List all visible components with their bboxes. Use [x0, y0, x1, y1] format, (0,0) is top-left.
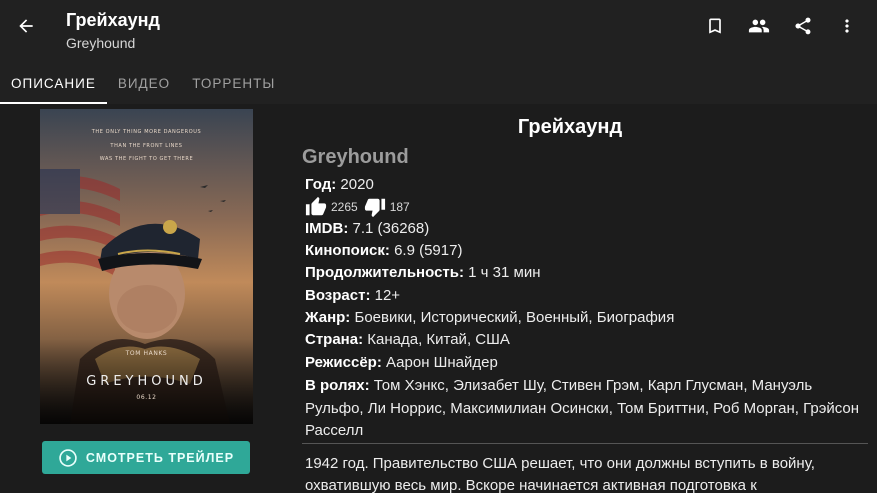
bookmark-icon	[709, 18, 721, 34]
thumbs-up-icon[interactable]	[305, 196, 327, 218]
more-vert-icon	[845, 19, 849, 33]
genre-row: Жанр: Боевики, Исторический, Военный, Би…	[305, 309, 674, 326]
genre-label: Жанр:	[305, 309, 351, 326]
cast-value: Том Хэнкс, Элизабет Шу, Стивен Грэм, Кар…	[305, 377, 860, 439]
thumbs-down-icon[interactable]	[364, 196, 386, 218]
tab-bar: ОПИСАНИЕ ВИДЕО ТОРРЕНТЫ	[0, 62, 286, 104]
watch-trailer-label: СМОТРЕТЬ ТРЕЙЛЕР	[85, 450, 235, 465]
duration-value: 1 ч 31 мин	[468, 264, 541, 281]
arrow-back-icon	[19, 19, 33, 33]
imdb-row: IMDB: 7.1 (36268)	[305, 220, 429, 237]
votes-row: 2265 187	[305, 196, 416, 218]
imdb-label: IMDB:	[305, 220, 349, 237]
tab-description[interactable]: ОПИСАНИЕ	[0, 62, 107, 104]
share-icon	[795, 17, 811, 35]
cast-label: В ролях:	[305, 377, 370, 394]
app-bar: Грейхаунд Greyhound ОПИСАНИЕ ВИДЕО ТОРРЕ…	[0, 0, 877, 104]
more-options-button[interactable]	[825, 10, 869, 42]
movie-original-title: Greyhound	[302, 146, 409, 168]
movie-poster[interactable]: THE ONLY THING MORE DANGEROUS THAN THE F…	[40, 109, 253, 424]
people-button[interactable]	[737, 10, 781, 42]
share-button[interactable]	[781, 10, 825, 42]
poster-date: 06.12	[136, 394, 157, 401]
age-label: Возраст:	[305, 287, 371, 304]
year-label: Год:	[305, 176, 337, 193]
director-value: Аарон Шнайдер	[386, 354, 498, 371]
poster-tagline-2: THAN THE FRONT LINES	[110, 143, 183, 149]
year-value: 2020	[340, 176, 374, 193]
age-value: 12+	[374, 287, 401, 304]
imdb-value: 7.1 (36268)	[352, 220, 430, 237]
app-subtitle: Greyhound	[66, 35, 136, 51]
poster-title: GREYHOUND	[86, 374, 207, 389]
duration-label: Продолжительность:	[305, 264, 464, 281]
kinopoisk-row: Кинопоиск: 6.9 (5917)	[305, 242, 462, 259]
app-title: Грейхаунд	[66, 10, 160, 30]
country-value: Канада, Китай, США	[367, 331, 510, 348]
likes-count: 2265	[331, 200, 358, 214]
country-row: Страна: Канада, Китай, США	[305, 331, 510, 348]
play-circle-icon	[59, 448, 77, 467]
tab-video[interactable]: ВИДЕО	[107, 62, 181, 104]
back-button[interactable]	[10, 10, 42, 42]
year-row: Год: 2020	[305, 176, 374, 193]
duration-row: Продолжительность: 1 ч 31 мин	[305, 264, 540, 281]
toolbar-actions	[693, 10, 869, 42]
divider	[302, 443, 868, 444]
dislikes-count: 187	[389, 200, 410, 214]
people-icon	[748, 19, 770, 33]
age-row: Возраст: 12+	[305, 287, 400, 304]
movie-title: Грейхаунд	[517, 116, 623, 138]
director-row: Режиссёр: Аарон Шнайдер	[305, 354, 498, 371]
poster-tagline-3: WAS THE FIGHT TO GET THERE	[99, 156, 194, 162]
poster-actor: TOM HANKS	[125, 350, 168, 357]
cast-row: В ролях: Том Хэнкс, Элизабет Шу, Стивен …	[305, 375, 865, 443]
country-label: Страна:	[305, 331, 364, 348]
bookmark-button[interactable]	[693, 10, 737, 42]
kinopoisk-value: 6.9 (5917)	[394, 242, 463, 259]
kinopoisk-label: Кинопоиск:	[305, 242, 390, 259]
tab-torrents[interactable]: ТОРРЕНТЫ	[181, 62, 286, 104]
watch-trailer-button[interactable]: СМОТРЕТЬ ТРЕЙЛЕР	[42, 441, 250, 474]
poster-tagline-1: THE ONLY THING MORE DANGEROUS	[91, 129, 202, 135]
director-label: Режиссёр:	[305, 354, 382, 371]
genre-value: Боевики, Исторический, Военный, Биографи…	[354, 309, 675, 326]
movie-description: 1942 год. Правительство США решает, что …	[305, 455, 815, 493]
